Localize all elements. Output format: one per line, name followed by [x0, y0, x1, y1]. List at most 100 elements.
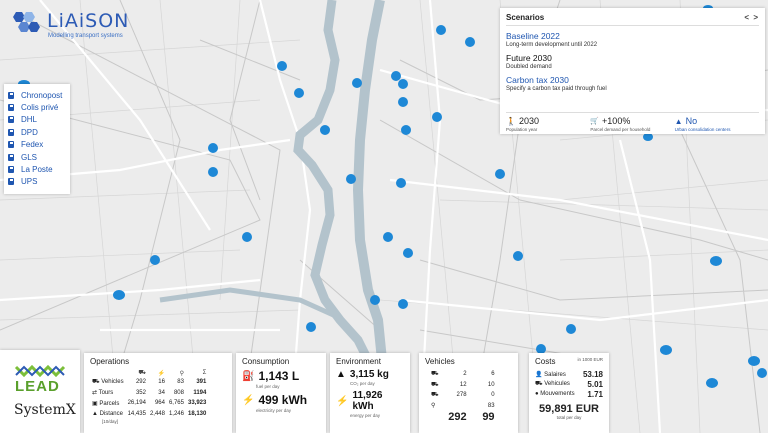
scenarios-panel: Scenarios < > Baseline 2022 Long-term de… [500, 8, 765, 134]
carrier-list: Chronopost Colis privé DHL DPD Fedex GLS… [4, 84, 70, 194]
consumption-card: Consumption ⛽ 1,143 L fuel per day ⚡ 499 k… [236, 353, 326, 433]
scenario-desc: Doubled demand [506, 64, 552, 70]
truck-icon: ⛟ [92, 379, 100, 386]
table-row: ▣ Parcels 26,194 964 6,765 33,923 [92, 400, 207, 407]
location-icon: ● [535, 391, 539, 397]
vehicles-table: ⛟ 2 6 ⛟ 12 10 ⛟ 278 0 ⚲ 83 292 99 [429, 369, 497, 423]
cost-row: ⛟ Vehicules 5.01 [535, 379, 603, 389]
environment-card: Environment ▲ 3,115 kg CO₂ per day ⚡ 11,92… [330, 353, 410, 433]
logo-hexagons-icon [13, 12, 40, 32]
scenario-desc: Long-term development until 2022 [506, 42, 598, 48]
building-icon [8, 91, 14, 99]
building-icon [8, 128, 14, 136]
plug-icon: ⚡ [242, 394, 255, 406]
operations-card: Operations ⛟ ⚡ ⚲ Σ ⛟ Vehicles 292 16 83 391… [84, 353, 232, 433]
scenarios-title: Scenarios [506, 13, 545, 22]
building-icon [8, 153, 14, 161]
scenario-carbon-tax-2030[interactable]: Carbon tax 2030 Specify a carbon tax pai… [506, 75, 759, 92]
partner-logos: LEAD SystemX [0, 350, 80, 433]
collapse-arrows-button[interactable]: < > [744, 13, 759, 22]
energy-label: energy per day [350, 413, 381, 418]
car-icon: ⛟ [431, 392, 439, 399]
cart-icon: 🛒 [590, 118, 600, 125]
carrier-item-dhl[interactable]: DHL [8, 114, 66, 126]
building-icon [8, 178, 14, 186]
electricity-value: 499 kWh [258, 393, 308, 407]
costs-title: Costs [535, 357, 556, 366]
carrier-item-chronopost[interactable]: Chronopost [8, 89, 66, 101]
app-name: LiAiSON [47, 10, 130, 32]
scenario-desc: Specify a carbon tax paid through fuel [506, 86, 607, 92]
truck-icon: ⛟ [138, 370, 146, 376]
carrier-item-dpd[interactable]: DPD [8, 126, 66, 138]
road-icon: ▲ [92, 410, 98, 417]
table-row: ⛟ Vehicles 292 16 83 391 [92, 379, 207, 386]
operations-table: ⛟ ⚡ ⚲ Σ ⛟ Vehicles 292 16 83 391 ⇄ Tours 35… [90, 369, 208, 419]
table-row: ⛟ 2 6 [431, 371, 495, 378]
scenario-future-2030[interactable]: Future 2030 Doubled demand [506, 53, 759, 70]
carrier-label: Fedex [21, 140, 44, 150]
scenario-baseline-2022[interactable]: Baseline 2022 Long-term development unti… [506, 31, 759, 48]
costs-total: 59,891 EUR [539, 403, 599, 415]
operations-note: [10/day] [102, 419, 119, 424]
table-row: ⛟ 278 0 [431, 392, 495, 399]
consumption-title: Consumption [242, 357, 290, 366]
building-icon [8, 104, 14, 112]
carrier-item-gls[interactable]: GLS [8, 151, 66, 163]
param-label: Parcel demand per household [590, 127, 651, 132]
environment-title: Environment [336, 357, 381, 366]
sum-icon: Σ [202, 370, 207, 376]
carrier-item-la-poste[interactable]: La Poste [8, 163, 66, 175]
param-population-year: 🚶 2030 Population year [506, 116, 590, 132]
scenario-name: Future 2030 [506, 53, 552, 63]
vehicles-title: Vehicles [425, 357, 455, 366]
cost-row: 👤 Salaires 53.18 [535, 369, 603, 379]
plug-icon: ⚡ [157, 370, 165, 377]
scenario-name: Baseline 2022 [506, 31, 560, 41]
app-logo: LiAiSON Modelling transport systems [10, 8, 130, 39]
scenario-name: Carbon tax 2030 [506, 75, 569, 85]
van-icon: ⛟ [431, 381, 439, 388]
table-row: ⛟ 12 10 [431, 381, 495, 388]
carrier-label: DHL [21, 115, 38, 125]
person-icon: 👤 [535, 371, 543, 378]
carrier-item-fedex[interactable]: Fedex [8, 139, 66, 151]
building-icon [8, 166, 14, 174]
costs-card: Costs in 1000 EUR 👤 Salaires 53.18 ⛟ Vehic… [529, 353, 609, 433]
vehicles-card: Vehicles ⛟ 2 6 ⛟ 12 10 ⛟ 278 0 ⚲ 83 292 99 [419, 353, 518, 433]
costs-total-label: total per day [556, 415, 582, 420]
building-icon [8, 116, 14, 124]
table-row: ⚲ 83 [431, 402, 495, 410]
energy-value: 11,926 kWh [352, 390, 383, 412]
param-value: +100% [602, 116, 631, 126]
carrier-label: La Poste [21, 165, 53, 175]
route-icon: ⇄ [92, 390, 98, 397]
fuel-pump-icon: ⛽ [242, 370, 255, 382]
fuel-value: 1,143 L [258, 369, 300, 383]
carrier-label: DPD [21, 127, 38, 137]
co2-value: 3,115 kg [349, 369, 389, 380]
systemx-logo-text: SystemX [14, 402, 76, 418]
operations-title: Operations [90, 357, 130, 366]
co2-label: CO₂ per day [350, 381, 375, 386]
param-value: 2030 [518, 116, 539, 126]
carrier-item-colis-prive[interactable]: Colis privé [8, 101, 66, 113]
truck-icon: ⛟ [535, 381, 543, 387]
bicycle-icon: ⚲ [179, 370, 184, 377]
param-parcel-demand: 🛒 +100% Parcel demand per household [590, 116, 674, 132]
param-label: Population year [506, 127, 538, 132]
box-icon: ▣ [92, 400, 98, 407]
table-row: ▲ Distance 14,435 2,448 1,246 18,130 [92, 410, 207, 417]
cost-row: ● Mouvements 1.71 [535, 389, 603, 399]
lightning-icon: ⚡ [336, 395, 349, 407]
warehouse-icon: ▲ [674, 116, 683, 126]
bicycle-icon: ⚲ [431, 403, 436, 410]
cloud-icon: ▲ [336, 369, 346, 380]
carrier-label: UPS [21, 177, 38, 187]
carrier-item-ups[interactable]: UPS [8, 176, 66, 188]
building-icon [8, 141, 14, 149]
person-icon: 🚶 [506, 116, 516, 126]
table-row: 292 99 [448, 411, 495, 423]
param-consolidation-centers[interactable]: ▲ No Urban consolidation centers [675, 116, 759, 132]
carrier-label: GLS [21, 152, 38, 162]
